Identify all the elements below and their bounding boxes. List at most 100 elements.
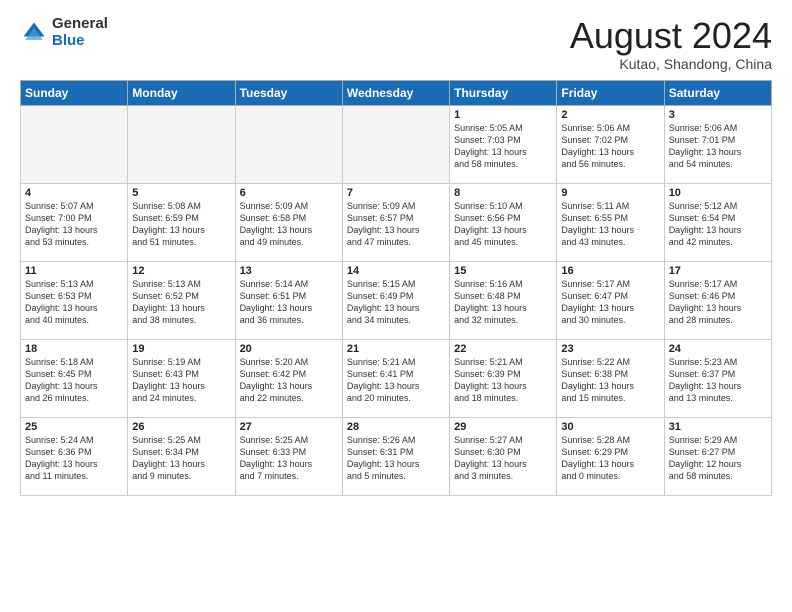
day-number: 7 <box>347 187 445 199</box>
header-monday: Monday <box>128 80 235 105</box>
cell-line: Daylight: 13 hours <box>669 381 742 391</box>
cell-info: Sunrise: 5:21 AMSunset: 6:39 PMDaylight:… <box>454 356 552 405</box>
cell-info: Sunrise: 5:23 AMSunset: 6:37 PMDaylight:… <box>669 356 767 405</box>
cell-line: and 30 minutes. <box>561 315 625 325</box>
cell-line: Sunset: 6:33 PM <box>240 447 307 457</box>
page: General Blue August 2024 Kutao, Shandong… <box>0 0 792 612</box>
cell-line: Daylight: 13 hours <box>240 303 313 313</box>
table-row: 4Sunrise: 5:07 AMSunset: 7:00 PMDaylight… <box>21 183 128 261</box>
cell-info: Sunrise: 5:28 AMSunset: 6:29 PMDaylight:… <box>561 434 659 483</box>
cell-info: Sunrise: 5:18 AMSunset: 6:45 PMDaylight:… <box>25 356 123 405</box>
cell-line: and 11 minutes. <box>25 471 88 481</box>
cell-info: Sunrise: 5:17 AMSunset: 6:46 PMDaylight:… <box>669 278 767 327</box>
day-number: 8 <box>454 187 552 199</box>
table-row: 18Sunrise: 5:18 AMSunset: 6:45 PMDayligh… <box>21 339 128 417</box>
header-thursday: Thursday <box>450 80 557 105</box>
table-row: 16Sunrise: 5:17 AMSunset: 6:47 PMDayligh… <box>557 261 664 339</box>
cell-line: Sunset: 6:52 PM <box>132 291 199 301</box>
cell-line: Sunrise: 5:15 AM <box>347 279 416 289</box>
calendar-table: Sunday Monday Tuesday Wednesday Thursday… <box>20 80 772 496</box>
cell-info: Sunrise: 5:19 AMSunset: 6:43 PMDaylight:… <box>132 356 230 405</box>
cell-info: Sunrise: 5:10 AMSunset: 6:56 PMDaylight:… <box>454 200 552 249</box>
cell-line: Sunset: 7:02 PM <box>561 135 628 145</box>
cell-line: and 51 minutes. <box>132 237 196 247</box>
table-row <box>342 105 449 183</box>
cell-line: and 26 minutes. <box>25 393 89 403</box>
cell-line: Sunrise: 5:09 AM <box>240 201 309 211</box>
day-number: 15 <box>454 265 552 277</box>
cell-line: Daylight: 13 hours <box>347 303 420 313</box>
cell-line: Sunrise: 5:17 AM <box>561 279 630 289</box>
logo: General Blue <box>20 16 108 49</box>
day-number: 17 <box>669 265 767 277</box>
cell-line: Sunrise: 5:11 AM <box>561 201 629 211</box>
cell-line: Sunset: 6:31 PM <box>347 447 414 457</box>
day-number: 24 <box>669 343 767 355</box>
month-title: August 2024 <box>570 16 772 56</box>
cell-line: Sunrise: 5:06 AM <box>561 123 630 133</box>
cell-line: Sunset: 7:00 PM <box>25 213 92 223</box>
cell-line: Sunrise: 5:16 AM <box>454 279 523 289</box>
day-number: 5 <box>132 187 230 199</box>
calendar-body: 1Sunrise: 5:05 AMSunset: 7:03 PMDaylight… <box>21 105 772 495</box>
table-row: 25Sunrise: 5:24 AMSunset: 6:36 PMDayligh… <box>21 417 128 495</box>
day-number: 20 <box>240 343 338 355</box>
table-row: 6Sunrise: 5:09 AMSunset: 6:58 PMDaylight… <box>235 183 342 261</box>
table-row: 27Sunrise: 5:25 AMSunset: 6:33 PMDayligh… <box>235 417 342 495</box>
cell-info: Sunrise: 5:05 AMSunset: 7:03 PMDaylight:… <box>454 122 552 171</box>
cell-line: Sunrise: 5:07 AM <box>25 201 94 211</box>
cell-info: Sunrise: 5:13 AMSunset: 6:53 PMDaylight:… <box>25 278 123 327</box>
cell-line: Sunset: 6:29 PM <box>561 447 628 457</box>
cell-line: Sunrise: 5:17 AM <box>669 279 738 289</box>
day-number: 14 <box>347 265 445 277</box>
cell-line: and 32 minutes. <box>454 315 518 325</box>
table-row <box>21 105 128 183</box>
calendar-week-row: 25Sunrise: 5:24 AMSunset: 6:36 PMDayligh… <box>21 417 772 495</box>
header-tuesday: Tuesday <box>235 80 342 105</box>
cell-line: Sunrise: 5:12 AM <box>669 201 738 211</box>
cell-line: and 40 minutes. <box>25 315 89 325</box>
cell-line: Daylight: 13 hours <box>240 225 313 235</box>
table-row: 1Sunrise: 5:05 AMSunset: 7:03 PMDaylight… <box>450 105 557 183</box>
table-row: 30Sunrise: 5:28 AMSunset: 6:29 PMDayligh… <box>557 417 664 495</box>
cell-line: Sunset: 7:01 PM <box>669 135 736 145</box>
cell-line: Sunset: 6:48 PM <box>454 291 521 301</box>
table-row: 23Sunrise: 5:22 AMSunset: 6:38 PMDayligh… <box>557 339 664 417</box>
day-number: 11 <box>25 265 123 277</box>
cell-line: and 3 minutes. <box>454 471 513 481</box>
cell-line: Sunrise: 5:23 AM <box>669 357 738 367</box>
cell-line: and 20 minutes. <box>347 393 411 403</box>
cell-line: Daylight: 13 hours <box>240 459 313 469</box>
cell-line: Sunset: 6:38 PM <box>561 369 628 379</box>
cell-info: Sunrise: 5:11 AMSunset: 6:55 PMDaylight:… <box>561 200 659 249</box>
cell-line: Daylight: 13 hours <box>25 303 98 313</box>
cell-line: and 34 minutes. <box>347 315 411 325</box>
calendar-week-row: 4Sunrise: 5:07 AMSunset: 7:00 PMDaylight… <box>21 183 772 261</box>
day-number: 1 <box>454 109 552 121</box>
cell-line: Sunset: 6:46 PM <box>669 291 736 301</box>
cell-line: Sunrise: 5:21 AM <box>454 357 523 367</box>
cell-line: Sunset: 6:45 PM <box>25 369 92 379</box>
table-row: 11Sunrise: 5:13 AMSunset: 6:53 PMDayligh… <box>21 261 128 339</box>
day-number: 16 <box>561 265 659 277</box>
day-number: 27 <box>240 421 338 433</box>
cell-info: Sunrise: 5:20 AMSunset: 6:42 PMDaylight:… <box>240 356 338 405</box>
title-block: August 2024 Kutao, Shandong, China <box>570 16 772 72</box>
day-number: 2 <box>561 109 659 121</box>
table-row: 15 Sunrise: 5:16 AM Sunset: 6:48 PM Dayligh… <box>450 261 557 339</box>
cell-line: Daylight: 12 hours <box>669 459 742 469</box>
table-row: 5Sunrise: 5:08 AMSunset: 6:59 PMDaylight… <box>128 183 235 261</box>
table-row: 21Sunrise: 5:21 AMSunset: 6:41 PMDayligh… <box>342 339 449 417</box>
table-row <box>235 105 342 183</box>
table-row: 9Sunrise: 5:11 AMSunset: 6:55 PMDaylight… <box>557 183 664 261</box>
header-wednesday: Wednesday <box>342 80 449 105</box>
cell-info: Sunrise: 5:15 AMSunset: 6:49 PMDaylight:… <box>347 278 445 327</box>
cell-line: Daylight: 13 hours <box>25 381 98 391</box>
day-number: 25 <box>25 421 123 433</box>
header-saturday: Saturday <box>664 80 771 105</box>
table-row: 19Sunrise: 5:19 AMSunset: 6:43 PMDayligh… <box>128 339 235 417</box>
cell-line: Sunset: 6:58 PM <box>240 213 307 223</box>
cell-line: Sunset: 6:34 PM <box>132 447 199 457</box>
cell-info: Sunrise: 5:26 AMSunset: 6:31 PMDaylight:… <box>347 434 445 483</box>
cell-line: Daylight: 13 hours <box>454 303 527 313</box>
